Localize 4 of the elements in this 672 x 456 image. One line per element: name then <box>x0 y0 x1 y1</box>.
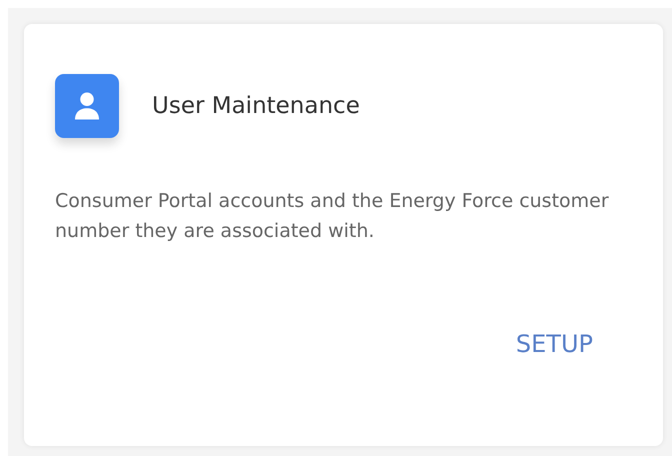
card-description: Consumer Portal accounts and the Energy Force customer number they are associated with. <box>55 189 610 244</box>
card-title: User Maintenance <box>152 93 360 119</box>
setup-link[interactable]: SETUP <box>516 330 593 358</box>
user-icon <box>55 74 119 138</box>
